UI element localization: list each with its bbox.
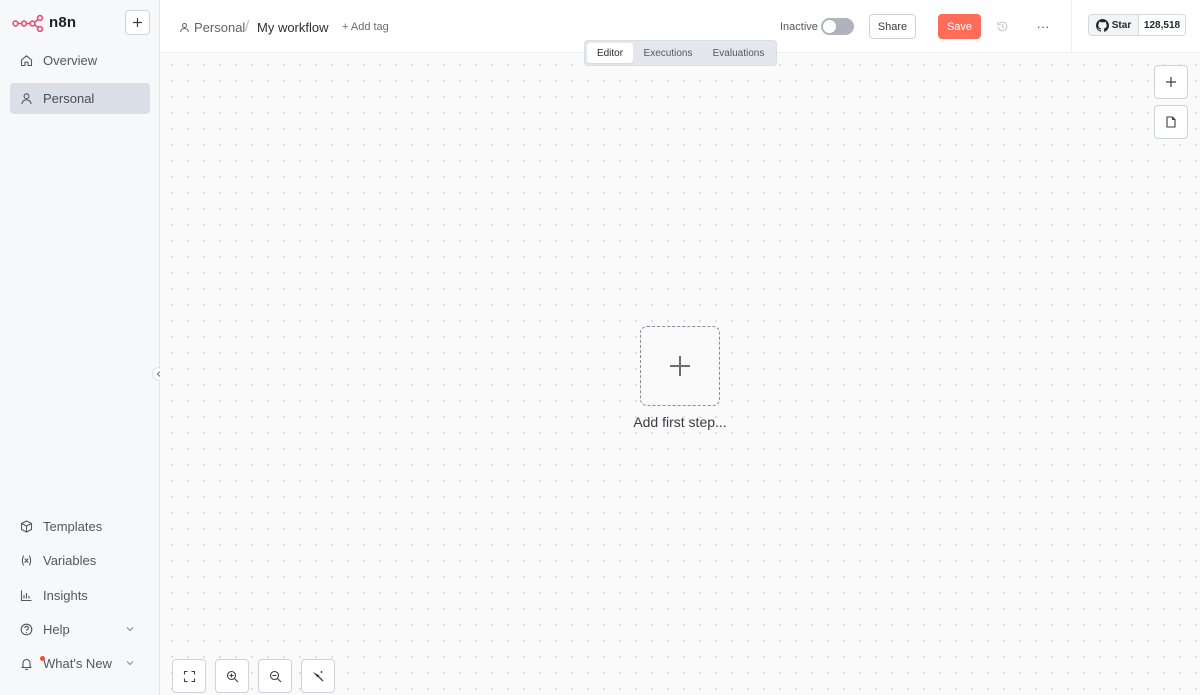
more-options-button[interactable]: ··· <box>1035 18 1051 34</box>
sidebar-item-label: Help <box>43 622 70 637</box>
workflow-name[interactable]: My workflow <box>257 20 329 35</box>
user-icon <box>19 92 33 106</box>
more-icon: ··· <box>1036 18 1050 34</box>
tidy-up-button[interactable] <box>301 659 335 693</box>
magic-broom-icon <box>313 670 324 682</box>
save-button[interactable]: Save <box>938 14 981 39</box>
sidebar-item-personal[interactable]: Personal <box>10 83 150 114</box>
notification-dot <box>40 656 45 661</box>
add-sticky-note-button[interactable] <box>1154 105 1188 139</box>
github-star-count[interactable]: 128,518 <box>1138 14 1186 36</box>
user-icon <box>180 23 189 33</box>
activation-toggle[interactable] <box>821 18 854 35</box>
github-star-button[interactable]: Star <box>1088 14 1139 36</box>
zoom-out-button[interactable] <box>258 659 292 693</box>
help-circle-icon <box>19 623 33 637</box>
logo-text: n8n <box>49 14 77 31</box>
sidebar: n8n Overview Personal Templates Variable… <box>0 0 160 695</box>
box-icon <box>19 520 33 534</box>
sidebar-item-label: Templates <box>43 519 103 534</box>
plus-icon <box>133 18 142 27</box>
add-first-step-button[interactable] <box>640 326 720 406</box>
chevron-down-icon <box>126 627 134 632</box>
share-button[interactable]: Share <box>869 14 916 39</box>
add-tag-button[interactable]: + Add tag <box>342 21 389 33</box>
tab-evaluations[interactable]: Evaluations <box>703 43 774 63</box>
tab-executions[interactable]: Executions <box>635 43 701 63</box>
sidebar-item-templates[interactable]: Templates <box>10 511 150 542</box>
add-first-step-label: Add first step... <box>633 414 727 430</box>
sidebar-item-label: Overview <box>43 53 98 68</box>
sidebar-item-variables[interactable]: Variables <box>10 545 150 576</box>
n8n-logo-icon <box>12 14 44 32</box>
zoom-out-icon <box>269 670 281 682</box>
github-star-label: Star <box>1111 19 1132 31</box>
sidebar-item-whats-new[interactable]: What's New <box>10 648 150 679</box>
plus-icon <box>1166 77 1176 87</box>
breadcrumb-project-label: Personal <box>194 20 246 35</box>
toggle-knob <box>823 20 836 33</box>
bell-icon <box>19 657 33 671</box>
plus-icon <box>670 356 690 376</box>
sidebar-item-label: What's New <box>43 656 112 671</box>
view-tabs: Editor Executions Evaluations <box>584 40 777 66</box>
create-new-button[interactable] <box>125 10 150 35</box>
sidebar-item-label: Variables <box>43 553 97 568</box>
sidebar-item-insights[interactable]: Insights <box>10 580 150 611</box>
open-nodes-panel-button[interactable] <box>1154 65 1188 99</box>
sticky-note-icon <box>1166 116 1176 128</box>
github-area: Star 128,518 <box>1071 0 1200 53</box>
sidebar-item-overview[interactable]: Overview <box>10 45 150 76</box>
logo-row: n8n <box>0 0 160 46</box>
home-icon <box>19 54 33 68</box>
zoom-to-fit-button[interactable] <box>172 659 206 693</box>
history-icon[interactable] <box>996 20 1009 33</box>
sidebar-item-help[interactable]: Help <box>10 614 150 645</box>
sidebar-item-label: Insights <box>43 588 88 603</box>
chart-icon <box>19 589 33 603</box>
fit-view-icon <box>183 670 195 682</box>
tab-editor[interactable]: Editor <box>587 43 633 63</box>
chevron-down-icon <box>126 661 134 666</box>
breadcrumb-separator: / <box>245 18 250 35</box>
activation-status-label: Inactive <box>780 21 818 33</box>
breadcrumb-project[interactable]: Personal <box>179 20 245 35</box>
zoom-in-button[interactable] <box>215 659 249 693</box>
github-icon <box>1095 18 1109 32</box>
sidebar-item-label: Personal <box>43 91 95 106</box>
zoom-in-icon <box>226 670 238 682</box>
variable-icon <box>19 554 33 568</box>
